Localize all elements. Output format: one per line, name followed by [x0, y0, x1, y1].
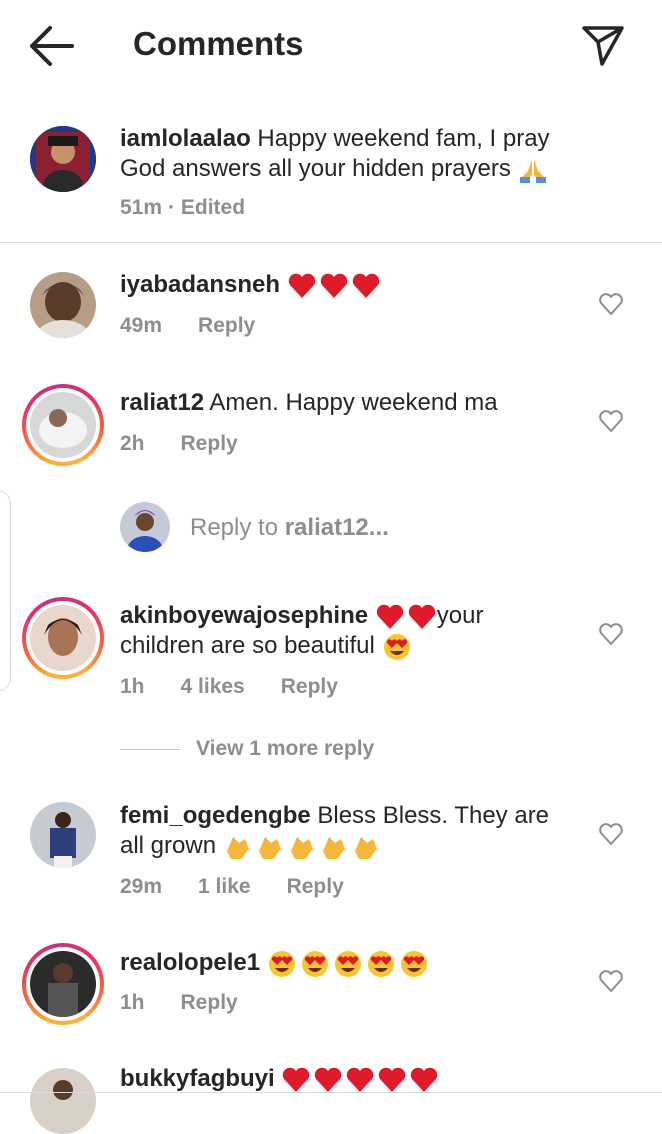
- reply-button[interactable]: Reply: [181, 991, 238, 1014]
- comment-time: 2h: [120, 432, 145, 455]
- comment-text: realolopele1: [120, 948, 580, 979]
- comment-meta: 49m Reply: [120, 314, 291, 338]
- likes-count[interactable]: 4 likes: [181, 675, 245, 698]
- caption-divider: [0, 242, 662, 243]
- comment-text: iyabadansneh: [120, 270, 580, 300]
- like-heart-icon[interactable]: [598, 822, 624, 846]
- caption-edited: · Edited: [168, 196, 246, 219]
- comment-username[interactable]: femi_ogedengbe: [120, 802, 311, 829]
- comment-text: bukkyfagbuyi: [120, 1064, 580, 1094]
- avatar-bukkyfagbuyi[interactable]: [30, 1068, 96, 1134]
- avatar-realolopele1[interactable]: [22, 943, 104, 1025]
- likes-count[interactable]: 1 like: [198, 875, 251, 898]
- caption-text: iamlolaalao Happy weekend fam, I pray Go…: [120, 125, 550, 183]
- avatar-iyabadansneh[interactable]: [30, 272, 96, 338]
- heart-eyes-emoji-icon: [268, 950, 427, 977]
- comment-meta: 29m 1 like Reply: [120, 875, 380, 899]
- avatar-current-user: [120, 502, 170, 552]
- comment-time: 49m: [120, 314, 163, 337]
- reply-button[interactable]: Reply: [287, 875, 344, 898]
- comment-username[interactable]: bukkyfagbuyi: [120, 1065, 275, 1092]
- comment-meta: 2h Reply: [120, 432, 274, 456]
- comment-time: 1h: [120, 675, 145, 698]
- avatar-raliat12[interactable]: [22, 384, 104, 466]
- caption-meta: 51m · Edited: [120, 196, 281, 220]
- like-heart-icon[interactable]: [598, 292, 624, 316]
- reply-button[interactable]: Reply: [181, 432, 238, 455]
- comment-username[interactable]: iyabadansneh: [120, 271, 280, 298]
- comment-meta: 1h Reply: [120, 991, 274, 1015]
- send-icon[interactable]: [580, 22, 626, 68]
- clapping-hands-emoji-icon: [226, 836, 377, 859]
- comment-username[interactable]: raliat12: [120, 389, 204, 416]
- comment-username[interactable]: akinboyewajosephine: [120, 602, 368, 629]
- heart-eyes-emoji-icon: [383, 633, 410, 660]
- like-heart-icon[interactable]: [598, 622, 624, 646]
- avatar-akinboyewajosephine[interactable]: [22, 597, 104, 679]
- caption-time: 51m: [120, 196, 163, 219]
- page-title: Comments: [133, 25, 304, 62]
- red-hearts-emoji-icon: [283, 1067, 438, 1092]
- reply-button[interactable]: Reply: [198, 314, 255, 337]
- red-hearts-emoji-icon: [376, 604, 435, 629]
- comment-text: raliat12 Amen. Happy weekend ma: [120, 389, 498, 416]
- bottom-divider: [0, 1092, 662, 1093]
- edge-handle: [0, 490, 11, 692]
- header-bar: Comments: [0, 0, 662, 90]
- comment-text: akinboyewajosephine your children are so…: [120, 601, 580, 662]
- back-arrow-icon[interactable]: [28, 24, 76, 68]
- comment-text: femi_ogedengbe Bless Bless. They are all…: [120, 802, 550, 859]
- avatar-iamlolaalao[interactable]: [30, 126, 96, 192]
- caption-username[interactable]: iamlolaalao: [120, 125, 251, 152]
- reply-input[interactable]: Reply to raliat12...: [190, 514, 389, 542]
- thread-line: [120, 748, 180, 750]
- like-heart-icon[interactable]: [598, 969, 624, 993]
- pray-emoji-icon: [519, 158, 546, 183]
- comment-meta: 1h 4 likes Reply: [120, 675, 374, 699]
- comment-username[interactable]: realolopele1: [120, 949, 260, 976]
- avatar-femi_ogedengbe[interactable]: [30, 802, 96, 868]
- view-more-replies-button[interactable]: View 1 more reply: [120, 737, 374, 761]
- comment-time: 29m: [120, 875, 163, 898]
- red-hearts-emoji-icon: [288, 273, 379, 298]
- reply-button[interactable]: Reply: [281, 675, 338, 698]
- comment-time: 1h: [120, 991, 145, 1014]
- like-heart-icon[interactable]: [598, 409, 624, 433]
